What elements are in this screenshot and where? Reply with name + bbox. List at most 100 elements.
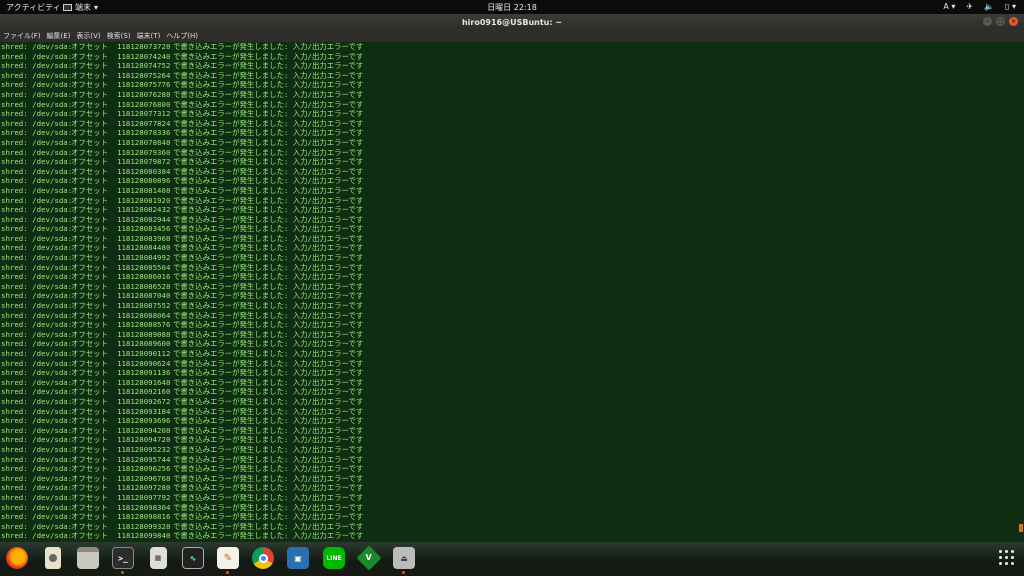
terminal-line: shred: /dev/sda:オフセット 118128092672 で書き込みエラ… bbox=[1, 396, 364, 406]
top-bar: アクティビティ 端末 ▾ 日曜日 22:18 A ▾ ✈ 🔈 ▯ ▾ bbox=[0, 0, 1024, 14]
terminal-line: shred: /dev/sda:オフセット 118128079360 で書き込みエラ… bbox=[1, 147, 364, 157]
menu-search[interactable]: 検索(S) bbox=[107, 31, 131, 41]
terminal-line: shred: /dev/sda:オフセット 118128092160 で書き込みエラ… bbox=[1, 387, 364, 397]
terminal-icon: >_ bbox=[112, 547, 134, 569]
terminal-line: shred: /dev/sda:オフセット 118128084992 で書き込みエラ… bbox=[1, 253, 364, 263]
terminal-line: shred: /dev/sda:オフセット 118128097280 で書き込みエラ… bbox=[1, 483, 364, 493]
terminal-line: shred: /dev/sda:オフセット 118128081408 で書き込みエラ… bbox=[1, 185, 364, 195]
terminal-line: shred: /dev/sda:オフセット 118128096768 で書き込みエラ… bbox=[1, 473, 364, 483]
terminal-line: shred: /dev/sda:オフセット 118128085504 で書き込みエラ… bbox=[1, 262, 364, 272]
usb-creator-icon: ⏏ bbox=[393, 547, 415, 569]
terminal-line: shred: /dev/sda:オフセット 118128098816 で書き込みエラ… bbox=[1, 512, 364, 522]
terminal-line: shred: /dev/sda:オフセット 118128083968 で書き込みエラ… bbox=[1, 233, 364, 243]
terminal-line: shred: /dev/sda:オフセット 118128075264 で書き込みエラ… bbox=[1, 70, 364, 80]
terminal-line: shred: /dev/sda:オフセット 118128082432 で書き込みエラ… bbox=[1, 205, 364, 215]
clock[interactable]: 日曜日 22:18 bbox=[0, 2, 1024, 13]
input-method-indicator[interactable]: A ▾ bbox=[943, 1, 955, 13]
terminal-line: shred: /dev/sda:オフセット 118128073728 で書き込みエラ… bbox=[1, 42, 364, 51]
dock-text-editor[interactable]: ✎ bbox=[215, 545, 241, 574]
terminal-output[interactable]: shred: /dev/sda:オフセット 118128073728 で書き込みエラ… bbox=[0, 42, 1024, 542]
dock-line[interactable]: LINE bbox=[321, 545, 347, 571]
dock-chrome[interactable] bbox=[250, 545, 276, 571]
terminal-line: shred: /dev/sda:オフセット 118128093184 で書き込みエラ… bbox=[1, 406, 364, 416]
terminal-line: shred: /dev/sda:オフセット 118128089088 で書き込みエラ… bbox=[1, 329, 364, 339]
menu-help[interactable]: ヘルプ(H) bbox=[166, 31, 198, 41]
menu-file[interactable]: ファイル(F) bbox=[3, 31, 41, 41]
terminal-line: shred: /dev/sda:オフセット 118128094208 で書き込みエラ… bbox=[1, 425, 364, 435]
terminal-line: shred: /dev/sda:オフセット 118128080384 で書き込みエラ… bbox=[1, 166, 364, 176]
firefox-icon bbox=[6, 547, 28, 569]
terminal-line: shred: /dev/sda:オフセット 118128088576 で書き込みエラ… bbox=[1, 320, 364, 330]
chrome-icon bbox=[252, 547, 274, 569]
terminal-line: shred: /dev/sda:オフセット 118128082944 で書き込みエラ… bbox=[1, 214, 364, 224]
dock-terminal[interactable]: >_ bbox=[110, 545, 136, 574]
menu-edit[interactable]: 編集(E) bbox=[47, 31, 71, 41]
disks-icon bbox=[45, 547, 61, 569]
terminal-line: shred: /dev/sda:オフセット 118128083456 で書き込みエラ… bbox=[1, 224, 364, 234]
terminal-line: shred: /dev/sda:オフセット 118128087040 で書き込みエラ… bbox=[1, 291, 364, 301]
terminal-cursor bbox=[1019, 524, 1023, 532]
terminal-line: shred: /dev/sda:オフセット 118128075776 で書き込みエラ… bbox=[1, 80, 364, 90]
menu-view[interactable]: 表示(V) bbox=[76, 31, 100, 41]
terminal-line: shred: /dev/sda:オフセット 118128074240 で書き込みエラ… bbox=[1, 51, 364, 61]
window-titlebar[interactable]: hiro0916@USBuntu: ~ – □ × bbox=[0, 14, 1024, 30]
dock-firefox[interactable] bbox=[4, 545, 30, 571]
close-button[interactable]: × bbox=[1009, 17, 1018, 26]
terminal-line: shred: /dev/sda:オフセット 118128086528 で書き込みエラ… bbox=[1, 281, 364, 291]
terminal-line: shred: /dev/sda:オフセット 118128074752 で書き込みエラ… bbox=[1, 61, 364, 71]
maximize-button[interactable]: □ bbox=[996, 17, 1005, 26]
dock-system-monitor[interactable]: ∿ bbox=[180, 545, 206, 571]
terminal-line: shred: /dev/sda:オフセット 118128090112 で書き込みエラ… bbox=[1, 349, 364, 358]
terminal-line: shred: /dev/sda:オフセット 118128077824 で書き込みエラ… bbox=[1, 118, 364, 128]
line-icon: LINE bbox=[323, 547, 345, 569]
window-title: hiro0916@USBuntu: ~ bbox=[461, 18, 563, 27]
terminal-line: shred: /dev/sda:オフセット 118128094720 で書き込みエラ… bbox=[1, 435, 364, 445]
system-monitor-icon: ∿ bbox=[182, 547, 204, 569]
dock-vim[interactable]: V bbox=[356, 545, 382, 571]
dock: >_ ▦ ∿ ✎ ▣ LINE V ⏏ bbox=[0, 542, 1024, 576]
menu-terminal[interactable]: 端末(T) bbox=[137, 31, 161, 41]
files-icon bbox=[77, 547, 99, 569]
terminal-line: shred: /dev/sda:オフセット 118128096256 で書き込みエラ… bbox=[1, 464, 364, 474]
terminal-line: shred: /dev/sda:オフセット 118128078848 で書き込みエラ… bbox=[1, 137, 364, 147]
dock-remmina[interactable]: ▣ bbox=[285, 545, 311, 571]
dock-usb-creator[interactable]: ⏏ bbox=[391, 545, 417, 574]
terminal-line: shred: /dev/sda:オフセット 118128099328 で書き込みエラ… bbox=[1, 521, 364, 531]
dock-disks[interactable] bbox=[40, 545, 66, 571]
battery-icon[interactable]: ▯ ▾ bbox=[1005, 1, 1016, 13]
terminal-line: shred: /dev/sda:オフセット 118128086016 で書き込みエラ… bbox=[1, 272, 364, 282]
airplane-mode-icon[interactable]: ✈ bbox=[966, 1, 973, 13]
dock-files[interactable] bbox=[75, 545, 101, 571]
terminal-line: shred: /dev/sda:オフセット 118128093696 で書き込みエラ… bbox=[1, 416, 364, 426]
terminal-line: shred: /dev/sda:オフセット 118128090624 で書き込みエラ… bbox=[1, 358, 364, 368]
terminal-line: shred: /dev/sda:オフセット 118128099840 で書き込みエラ… bbox=[1, 531, 364, 541]
terminal-line: shred: /dev/sda:オフセット 118128091136 で書き込みエラ… bbox=[1, 368, 364, 378]
menu-bar: ファイル(F) 編集(E) 表示(V) 検索(S) 端末(T) ヘルプ(H) bbox=[0, 30, 1024, 42]
terminal-line: shred: /dev/sda:オフセット 118128095232 で書き込みエラ… bbox=[1, 444, 364, 454]
running-indicator bbox=[226, 571, 229, 574]
terminal-line: shred: /dev/sda:オフセット 118128091648 で書き込みエラ… bbox=[1, 377, 364, 387]
terminal-line: shred: /dev/sda:オフセット 118128076288 で書き込みエラ… bbox=[1, 89, 364, 99]
minimize-button[interactable]: – bbox=[983, 17, 992, 26]
vim-icon: V bbox=[356, 545, 382, 571]
terminal-line: shred: /dev/sda:オフセット 118128095744 で書き込みエラ… bbox=[1, 454, 364, 464]
terminal-line: shred: /dev/sda:オフセット 118128087552 で書き込みエラ… bbox=[1, 301, 364, 311]
text-editor-icon: ✎ bbox=[217, 547, 239, 569]
terminal-line: shred: /dev/sda:オフセット 118128078336 で書き込みエラ… bbox=[1, 128, 364, 138]
terminal-line: shred: /dev/sda:オフセット 118128098304 で書き込みエラ… bbox=[1, 502, 364, 512]
terminal-line: shred: /dev/sda:オフセット 118128076800 で書き込みエラ… bbox=[1, 99, 364, 109]
system-tray[interactable]: A ▾ ✈ 🔈 ▯ ▾ bbox=[943, 1, 1016, 13]
show-applications-button[interactable] bbox=[999, 550, 1014, 565]
running-indicator bbox=[121, 571, 124, 574]
terminal-line: shred: /dev/sda:オフセット 118128081920 で書き込みエラ… bbox=[1, 195, 364, 205]
terminal-line: shred: /dev/sda:オフセット 118128080896 で書き込みエラ… bbox=[1, 176, 364, 186]
terminal-line: shred: /dev/sda:オフセット 118128084480 で書き込みエラ… bbox=[1, 243, 364, 253]
terminal-line: shred: /dev/sda:オフセット 118128088064 で書き込みエラ… bbox=[1, 310, 364, 320]
volume-icon[interactable]: 🔈 bbox=[984, 1, 994, 13]
dock-calculator[interactable]: ▦ bbox=[145, 545, 171, 571]
terminal-line: shred: /dev/sda:オフセット 118128079872 で書き込みエラ… bbox=[1, 157, 364, 167]
terminal-lines: shred: /dev/sda:オフセット 118128073728 で書き込みエラ… bbox=[1, 42, 363, 541]
running-indicator bbox=[402, 571, 405, 574]
window-controls: – □ × bbox=[983, 17, 1018, 26]
remote-desktop-icon: ▣ bbox=[287, 547, 309, 569]
